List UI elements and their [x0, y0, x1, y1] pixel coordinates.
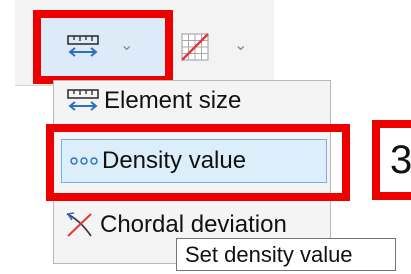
- tooltip: Set density value: [176, 238, 396, 271]
- menu-item-label: Chordal deviation: [100, 211, 287, 238]
- element-size-ruler-icon: [67, 89, 99, 111]
- chevron-down-icon[interactable]: ⌄: [234, 38, 247, 54]
- chordal-deviation-icon: [66, 212, 92, 237]
- menu-item-element-size[interactable]: Element size: [66, 81, 241, 121]
- grid-mode-button[interactable]: ⌄: [178, 20, 268, 76]
- grid-slash-icon: [181, 33, 209, 61]
- step-callout: 3: [372, 120, 411, 200]
- highlight-box-mesh-button: [33, 10, 173, 84]
- highlight-box-density-item: [46, 124, 350, 201]
- menu-item-label: Element size: [104, 87, 242, 114]
